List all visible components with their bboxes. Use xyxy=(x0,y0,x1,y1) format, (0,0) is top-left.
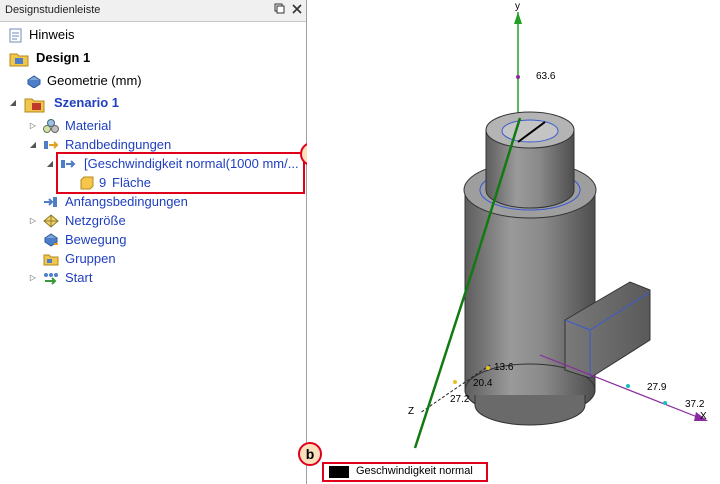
note-icon xyxy=(9,28,25,43)
tree-label-motion: Bewegung xyxy=(65,232,127,247)
y-axis-value: 63.6 xyxy=(536,71,556,82)
close-icon[interactable] xyxy=(289,3,304,18)
tree-item-motion[interactable]: Bewegung xyxy=(0,231,300,249)
material-icon xyxy=(43,119,59,133)
motion-icon xyxy=(43,233,59,247)
tree-item-design[interactable]: Design 1 xyxy=(0,49,300,67)
tree-item-hint[interactable]: Hinweis xyxy=(0,26,300,44)
start-icon xyxy=(43,271,59,285)
groups-icon xyxy=(43,252,59,266)
tree-item-groups[interactable]: Gruppen xyxy=(0,250,300,268)
study-tree: Hinweis Design 1 Geometrie (mm) ◢ Szenar… xyxy=(0,22,306,484)
x-axis-label: X xyxy=(700,411,707,422)
collapse-arrow-icon[interactable]: ▷ xyxy=(28,117,38,135)
x-axis-value-1: 27.9 xyxy=(647,382,667,393)
expand-arrow-icon[interactable]: ◢ xyxy=(28,136,38,154)
z-axis-tick xyxy=(453,380,457,384)
x-axis-value-2: 37.2 xyxy=(685,399,705,410)
mesh-icon xyxy=(43,214,59,228)
pin-icon[interactable] xyxy=(271,3,286,18)
callout-a-frame xyxy=(56,152,305,194)
z-axis-value-3: 27.2 xyxy=(450,394,470,405)
design-study-bar: Designstudienleiste Hinweis Design 1 Geo… xyxy=(0,0,307,484)
initial-conditions-icon xyxy=(43,195,59,209)
tree-item-initial[interactable]: Anfangsbedingungen xyxy=(0,193,300,211)
geometry-icon xyxy=(26,74,42,89)
z-axis-value-1: 13.6 xyxy=(494,362,514,373)
tree-label-start: Start xyxy=(65,270,93,285)
panel-title: Designstudienleiste xyxy=(5,4,101,16)
x-axis-tick xyxy=(626,384,630,388)
tree-item-geometry[interactable]: Geometrie (mm) xyxy=(0,72,300,90)
scenario-folder-icon xyxy=(24,96,46,113)
y-axis-label: y xyxy=(515,1,520,12)
tree-label-hint: Hinweis xyxy=(29,27,75,42)
tree-label-mesh: Netzgröße xyxy=(65,213,126,228)
expand-arrow-icon[interactable]: ◢ xyxy=(45,155,55,173)
tree-item-mesh[interactable]: ▷ Netzgröße xyxy=(0,212,300,230)
callout-b-badge: b xyxy=(298,442,322,466)
x-axis-tick xyxy=(663,401,667,405)
tree-label-material: Material xyxy=(65,118,112,133)
tree-label-design: Design 1 xyxy=(36,50,91,65)
collapse-arrow-icon[interactable]: ▷ xyxy=(28,212,38,230)
graphics-viewport[interactable]: y 63.6 13.6 20.4 27.2 Z 27.9 37.2 X xyxy=(307,0,720,484)
model-canvas[interactable] xyxy=(307,0,720,484)
z-axis-label: Z xyxy=(408,406,415,417)
y-axis-tick xyxy=(516,75,520,79)
reference-line xyxy=(413,271,474,449)
boundary-icon xyxy=(43,138,59,152)
tree-item-scenario[interactable]: ◢ Szenario 1 xyxy=(0,94,300,113)
bottom-flange xyxy=(474,395,586,426)
z-axis-tick xyxy=(486,366,490,370)
tree-item-material[interactable]: ▷ Material xyxy=(0,117,300,135)
legend-label: Geschwindigkeit normal xyxy=(356,465,473,477)
y-axis-arrow xyxy=(514,12,522,24)
tree-item-start[interactable]: ▷ Start xyxy=(0,269,300,287)
tree-label-initial: Anfangsbedingungen xyxy=(65,194,188,209)
tree-label-geometry: Geometrie (mm) xyxy=(47,73,142,88)
legend: Geschwindigkeit normal xyxy=(322,462,488,482)
tree-label-groups: Gruppen xyxy=(65,251,116,266)
collapse-arrow-icon[interactable]: ▷ xyxy=(28,269,38,287)
inlet-face xyxy=(501,119,559,143)
panel-header: Designstudienleiste xyxy=(0,0,306,22)
legend-swatch xyxy=(329,466,349,478)
design-folder-icon xyxy=(9,51,29,67)
expand-arrow-icon[interactable]: ◢ xyxy=(8,94,18,112)
z-axis-value-2: 20.4 xyxy=(473,378,493,389)
tree-label-scenario: Szenario 1 xyxy=(54,95,120,110)
